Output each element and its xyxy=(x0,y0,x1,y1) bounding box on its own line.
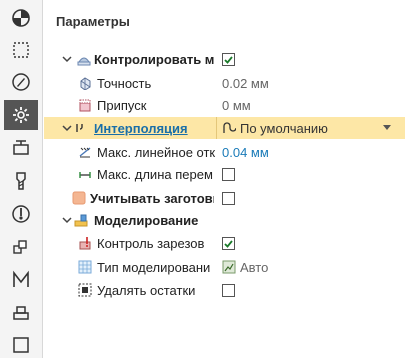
tree-row-allowance[interactable]: Припуск 0 мм xyxy=(44,94,405,116)
stock-box-icon[interactable] xyxy=(4,133,38,163)
gear-icon[interactable] xyxy=(4,100,38,130)
tree-row-max-linear[interactable]: Макс. линейное отк 0.04 мм xyxy=(44,141,405,163)
tree-label: Учитывать заготовк xyxy=(90,190,214,206)
pie-chart-icon[interactable] xyxy=(4,3,38,33)
tree-row-control-model[interactable]: Контролировать мо, xyxy=(44,48,405,70)
tool-icon[interactable] xyxy=(4,166,38,196)
chevron-down-icon[interactable] xyxy=(62,54,72,64)
allowance-value[interactable]: 0 мм xyxy=(222,98,251,113)
tree-row-max-length[interactable]: Макс. длина перем xyxy=(44,163,405,185)
compass-edit-icon[interactable] xyxy=(4,67,38,97)
accuracy-icon xyxy=(78,76,92,90)
model-type-value[interactable]: Авто xyxy=(240,260,268,275)
tree-label: Припуск xyxy=(97,97,147,113)
stack-icon[interactable] xyxy=(4,298,38,328)
interpolation-default-icon xyxy=(222,121,236,135)
tree-row-interpolation[interactable]: Интерполяция По умолчанию xyxy=(44,117,405,139)
tree-label: Макс. линейное отк xyxy=(97,144,216,160)
auto-mode-icon xyxy=(222,260,236,274)
interpolation-icon xyxy=(74,121,88,135)
interpolation-link[interactable]: Интерполяция xyxy=(94,121,214,136)
max-linear-value[interactable]: 0.04 мм xyxy=(222,145,269,160)
allowance-icon xyxy=(78,98,92,112)
remove-leftovers-checkbox[interactable] xyxy=(222,283,235,297)
tree-label: Контроль зарезов xyxy=(97,235,205,251)
tree-row-accuracy[interactable]: Точность 0.02 мм xyxy=(44,72,405,94)
consider-stock-checkbox[interactable] xyxy=(222,191,235,205)
parameters-panel: Параметры Контролировать мо, Точность 0.… xyxy=(44,0,405,358)
tree-row-gouge-control[interactable]: Контроль зарезов xyxy=(44,232,405,254)
tree-label: Контролировать мо, xyxy=(94,51,214,67)
dashed-selection-icon[interactable] xyxy=(4,35,38,65)
stock-icon xyxy=(72,191,86,205)
probe-icon[interactable] xyxy=(4,199,38,229)
chevron-down-icon[interactable] xyxy=(62,215,72,225)
tree-label: Точность xyxy=(97,75,152,91)
square-icon[interactable] xyxy=(4,330,38,358)
linear-deviation-icon xyxy=(78,145,92,159)
remove-leftovers-icon xyxy=(78,283,92,297)
tree-label: Тип моделировани xyxy=(97,259,211,275)
left-toolbar xyxy=(0,0,43,358)
cubes-icon[interactable] xyxy=(4,232,38,262)
max-length-icon xyxy=(78,167,92,181)
grid-icon xyxy=(78,260,92,274)
m-macro-icon[interactable] xyxy=(4,265,38,295)
column-separator xyxy=(216,117,217,139)
tree-label: Моделирование xyxy=(94,212,199,228)
max-length-checkbox[interactable] xyxy=(222,167,235,181)
chevron-down-icon[interactable] xyxy=(62,123,72,133)
tree-row-modeling[interactable]: Моделирование xyxy=(44,209,405,231)
tree-row-model-type[interactable]: Тип моделировани Авто xyxy=(44,256,405,278)
interpolation-select[interactable]: По умолчанию xyxy=(240,121,328,136)
tree-row-remove-leftovers[interactable]: Удалять остатки xyxy=(44,279,405,301)
gouge-control-checkbox[interactable] xyxy=(222,236,235,250)
tree-label: Макс. длина перем xyxy=(97,166,213,182)
tree-label: Удалять остатки xyxy=(97,282,196,298)
model-icon xyxy=(77,52,91,66)
tree-row-consider-stock[interactable]: Учитывать заготовк xyxy=(44,187,405,209)
gouge-control-icon xyxy=(78,236,92,250)
page-title: Параметры xyxy=(56,14,130,29)
accuracy-value[interactable]: 0.02 мм xyxy=(222,76,269,91)
control-model-checkbox[interactable] xyxy=(222,52,235,66)
modeling-icon xyxy=(74,213,88,227)
dropdown-arrow-icon[interactable] xyxy=(383,125,391,130)
